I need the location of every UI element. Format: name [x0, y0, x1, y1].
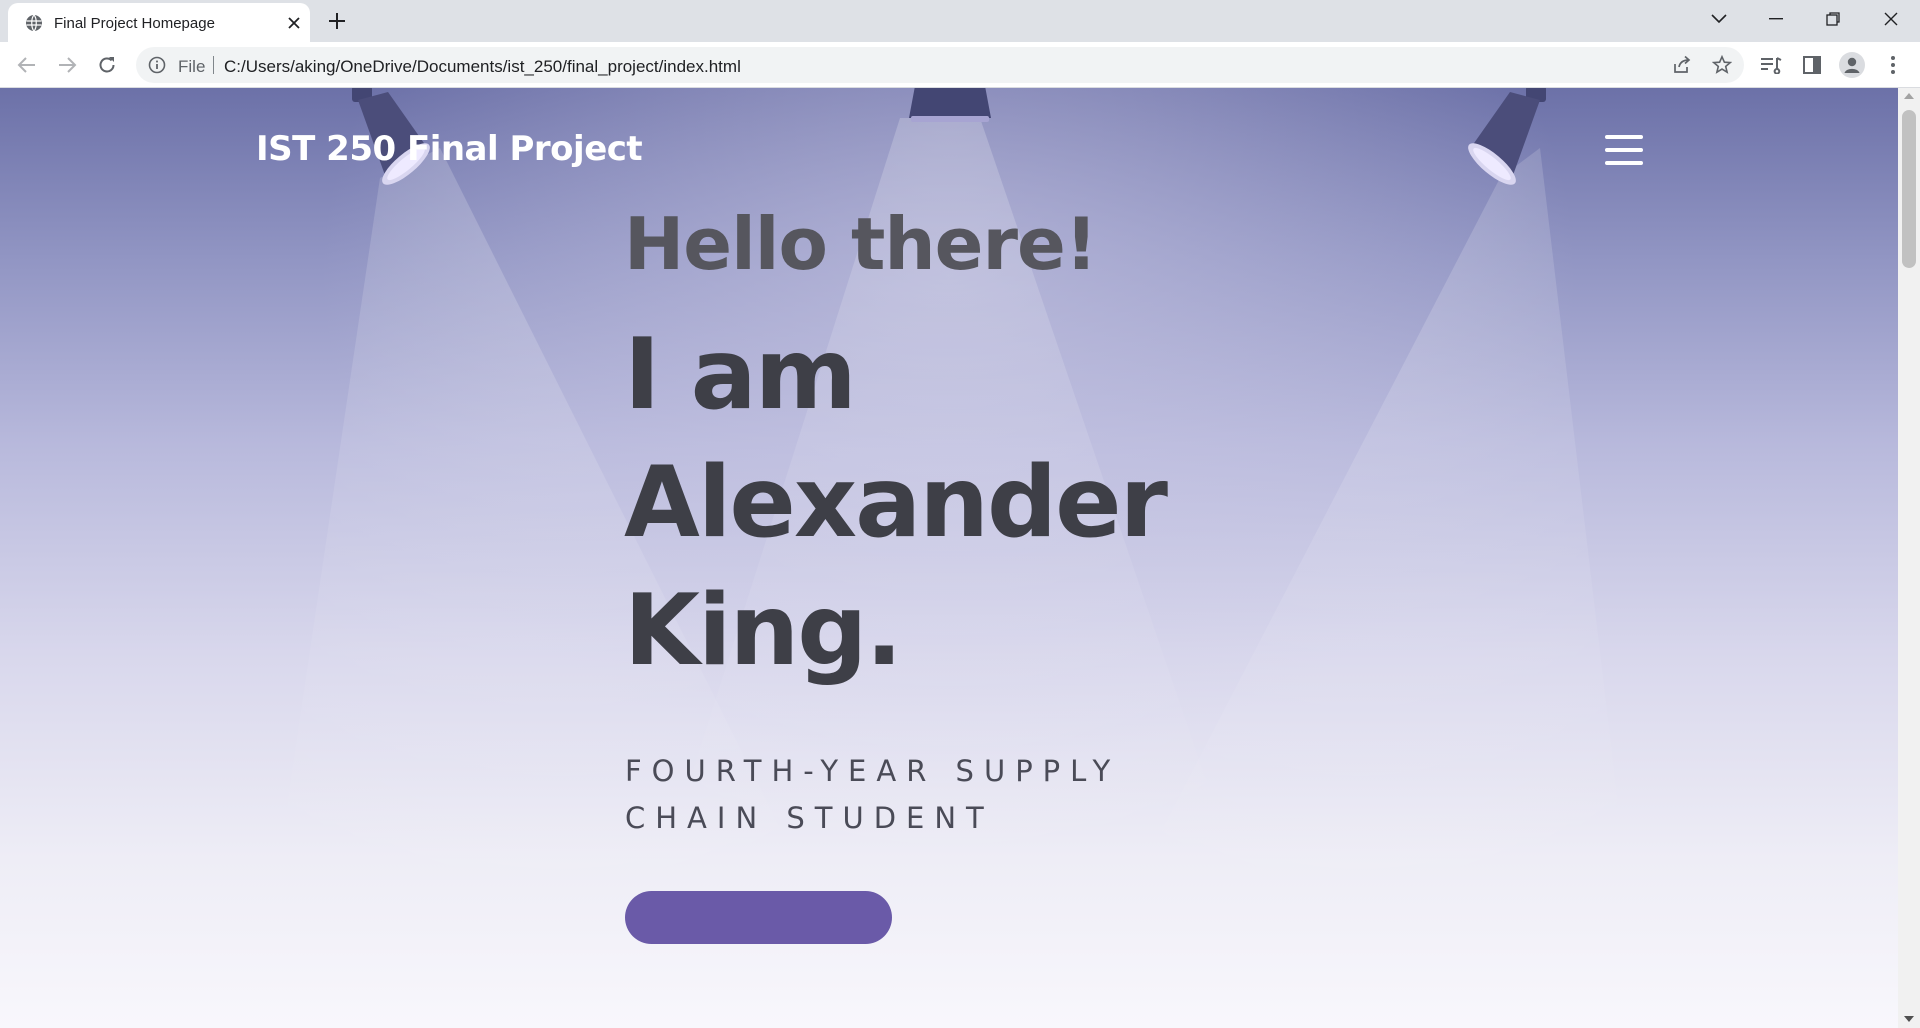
page-viewport: IST 250 Final Project Hello there! I am …: [0, 88, 1898, 1028]
scroll-up-arrow-icon[interactable]: [1904, 93, 1914, 99]
star-icon[interactable]: [1712, 55, 1732, 75]
reading-list-icon[interactable]: [1758, 52, 1784, 78]
tab-title: Final Project Homepage: [54, 15, 215, 32]
side-panel-icon[interactable]: [1799, 52, 1825, 78]
forward-arrow-icon[interactable]: [54, 52, 80, 78]
minimize-icon[interactable]: [1761, 6, 1791, 32]
browser-tab-strip: Final Project Homepage: [0, 0, 1920, 42]
site-title[interactable]: IST 250 Final Project: [256, 129, 643, 169]
address-bar[interactable]: File C:/Users/aking/OneDrive/Documents/i…: [136, 47, 1744, 83]
chevron-down-icon[interactable]: [1704, 6, 1734, 32]
hero-greeting: Hello there!: [624, 202, 1098, 286]
spotlight-icon: [909, 88, 991, 122]
restore-icon[interactable]: [1818, 6, 1848, 32]
kebab-menu-icon[interactable]: [1880, 52, 1906, 78]
cta-button[interactable]: [625, 891, 892, 944]
hamburger-menu-icon[interactable]: [1605, 135, 1643, 165]
page-scrollbar[interactable]: [1898, 88, 1920, 1028]
browser-toolbar: File C:/Users/aking/OneDrive/Documents/i…: [0, 42, 1920, 88]
profile-icon[interactable]: [1839, 52, 1865, 78]
reload-icon[interactable]: [94, 52, 120, 78]
scrollbar-thumb[interactable]: [1902, 110, 1916, 268]
scheme-label: File: [178, 57, 206, 76]
info-icon[interactable]: [148, 56, 166, 74]
scroll-down-arrow-icon[interactable]: [1904, 1016, 1914, 1022]
close-icon[interactable]: [1876, 6, 1906, 32]
hamburger-bar: [1605, 148, 1643, 152]
hero-name-line: King.: [624, 574, 903, 688]
spotlight-icon: [1468, 88, 1546, 185]
plus-icon[interactable]: [326, 10, 348, 32]
hero-name-line: I am: [624, 318, 857, 432]
omnibox-separator: [213, 56, 214, 74]
back-arrow-icon[interactable]: [14, 52, 40, 78]
hamburger-bar: [1605, 161, 1643, 165]
globe-icon: [26, 14, 42, 32]
share-icon[interactable]: [1672, 55, 1692, 75]
hamburger-bar: [1605, 135, 1643, 139]
browser-tab[interactable]: Final Project Homepage: [8, 3, 310, 42]
hero-name-line: Alexander: [624, 446, 1168, 560]
url-text[interactable]: C:/Users/aking/OneDrive/Documents/ist_25…: [224, 57, 741, 77]
close-icon[interactable]: [285, 14, 303, 32]
hero-subtitle: FOURTH-YEAR SUPPLY CHAIN STUDENT: [625, 754, 1121, 835]
